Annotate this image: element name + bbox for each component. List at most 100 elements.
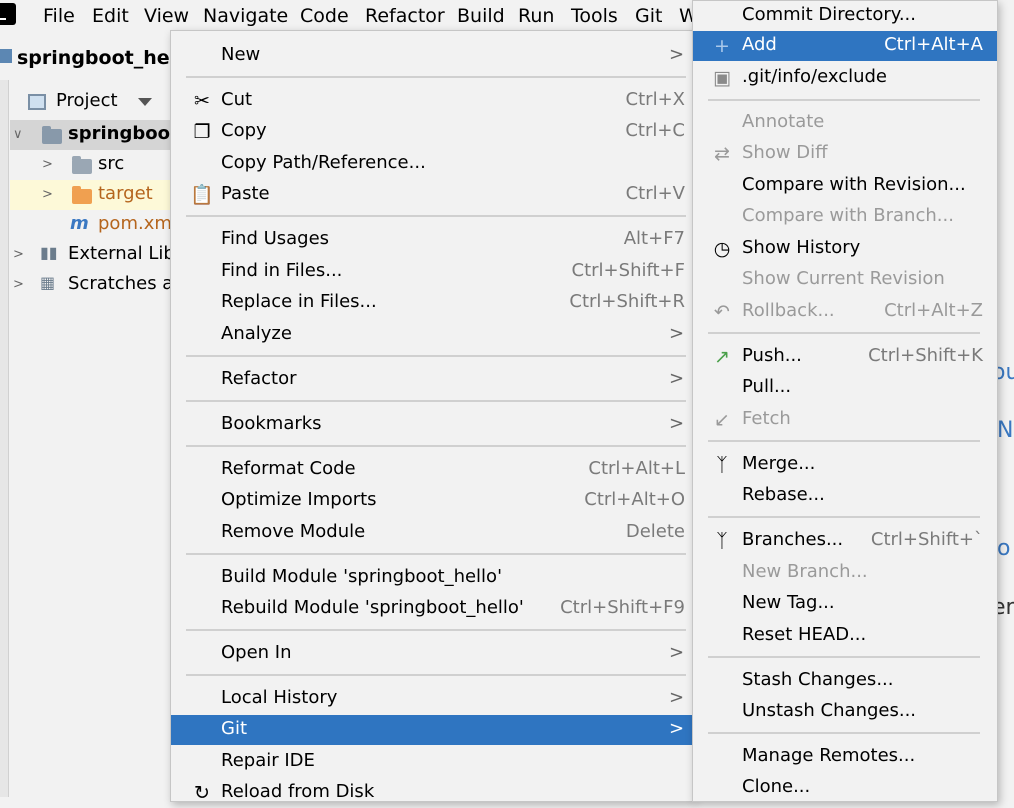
menu-separator [708, 332, 980, 334]
menu-item-bookmarks[interactable]: Bookmarks > [171, 410, 693, 440]
intellij-logo-icon [0, 3, 16, 25]
tree-item-external-libraries[interactable]: > ▮▮ External Libr [10, 240, 175, 270]
tree-item-scratches[interactable]: > ▦ Scratches ar [10, 270, 175, 300]
git-item-rebase[interactable]: Rebase... [693, 481, 997, 511]
menu-item-shortcut: Ctrl+Alt+Z [884, 300, 983, 321]
git-item-new-tag[interactable]: New Tag... [693, 589, 997, 619]
menu-separator [186, 629, 686, 631]
menu-item-reload-from-disk[interactable]: ↻ Reload from Disk [171, 778, 693, 808]
menu-item-local-history[interactable]: Local History > [171, 684, 693, 714]
chevron-right-icon[interactable]: > [13, 247, 24, 262]
git-item-reset-head[interactable]: Reset HEAD... [693, 621, 997, 651]
menu-item-find-usages[interactable]: Find Usages Alt+F7 [171, 225, 693, 255]
git-item-manage-remotes[interactable]: Manage Remotes... [693, 742, 997, 772]
menu-item-refactor[interactable]: Refactor > [171, 365, 693, 395]
menu-item-copy[interactable]: ❐ Copy Ctrl+C [171, 117, 693, 147]
project-window-icon [28, 94, 46, 110]
git-item-merge[interactable]: ᛉ Merge... [693, 450, 997, 480]
git-item-show-history[interactable]: ◷ Show History [693, 234, 997, 264]
project-panel-header[interactable]: Project [10, 86, 175, 118]
menu-file[interactable]: File [43, 5, 75, 27]
git-item-branches[interactable]: ᛉ Branches... Ctrl+Shift+` [693, 526, 997, 556]
menu-item-reformat-code[interactable]: Reformat Code Ctrl+Alt+L [171, 455, 693, 485]
menu-separator [708, 732, 980, 734]
menu-item-label: Rebase... [742, 484, 825, 505]
project-title[interactable]: springboot_hello [17, 47, 196, 69]
menu-run[interactable]: Run [518, 5, 554, 27]
menu-view[interactable]: View [144, 5, 189, 27]
menu-item-rebuild-module[interactable]: Rebuild Module 'springboot_hello' Ctrl+S… [171, 594, 693, 624]
menu-tools[interactable]: Tools [571, 5, 618, 27]
project-tree: ∨ springboot_ > src > target m pom.xml >… [10, 120, 175, 300]
menu-item-replace-in-files[interactable]: Replace in Files... Ctrl+Shift+R [171, 288, 693, 318]
menu-refactor[interactable]: Refactor [365, 5, 445, 27]
menu-item-new[interactable]: New > [171, 41, 693, 71]
menu-item-label: Paste [221, 183, 270, 204]
menu-item-shortcut: Ctrl+X [625, 89, 685, 110]
menu-item-label: Push... [742, 345, 802, 366]
git-item-push[interactable]: ↗ Push... Ctrl+Shift+K [693, 342, 997, 372]
menu-item-cut[interactable]: ✂ Cut Ctrl+X [171, 86, 693, 116]
git-item-compare-revision[interactable]: Compare with Revision... [693, 171, 997, 201]
menu-item-label: New Tag... [742, 592, 835, 613]
tree-item-src[interactable]: > src [10, 150, 175, 180]
menu-item-remove-module[interactable]: Remove Module Delete [171, 518, 693, 548]
git-item-exclude[interactable]: ▣ .git/info/exclude [693, 63, 997, 93]
tree-item-target[interactable]: > target [10, 180, 175, 210]
menu-item-label: Cut [221, 89, 253, 110]
menu-item-copy-path[interactable]: Copy Path/Reference... [171, 149, 693, 179]
chevron-right-icon[interactable]: > [42, 157, 53, 172]
menu-item-label: Find in Files... [221, 260, 343, 281]
menu-item-find-in-files[interactable]: Find in Files... Ctrl+Shift+F [171, 257, 693, 287]
git-item-new-branch[interactable]: New Branch... [693, 558, 997, 588]
git-item-compare-branch[interactable]: Compare with Branch... [693, 202, 997, 232]
git-item-pull[interactable]: Pull... [693, 373, 997, 403]
menu-item-shortcut: Ctrl+Shift+F9 [560, 597, 685, 618]
merge-icon: ᛉ [716, 454, 728, 476]
scissors-icon: ✂ [194, 90, 210, 112]
menu-navigate[interactable]: Navigate [203, 5, 288, 27]
menu-edit[interactable]: Edit [92, 5, 129, 27]
menu-item-label: Find Usages [221, 228, 330, 249]
folder-icon [72, 156, 92, 174]
menu-item-label: Stash Changes... [742, 669, 894, 690]
context-menu: New > ✂ Cut Ctrl+X ❐ Copy Ctrl+C Copy Pa… [170, 30, 694, 804]
git-item-stash[interactable]: Stash Changes... [693, 666, 997, 696]
git-item-clone[interactable]: Clone... [693, 773, 997, 803]
menu-build[interactable]: Build [457, 5, 505, 27]
menu-item-repair-ide[interactable]: Repair IDE [171, 747, 693, 777]
menu-code[interactable]: Code [300, 5, 349, 27]
menu-git[interactable]: Git [635, 5, 662, 27]
menu-item-analyze[interactable]: Analyze > [171, 320, 693, 350]
git-item-annotate[interactable]: Annotate [693, 108, 997, 138]
git-item-show-current-revision[interactable]: Show Current Revision [693, 265, 997, 295]
git-item-rollback[interactable]: ↶ Rollback... Ctrl+Alt+Z [693, 297, 997, 327]
menu-item-shortcut: Ctrl+Alt+O [584, 489, 685, 510]
menu-item-shortcut: Ctrl+Shift+` [870, 529, 983, 550]
git-item-add[interactable]: + Add Ctrl+Alt+A [693, 31, 997, 61]
git-item-unstash[interactable]: Unstash Changes... [693, 697, 997, 727]
tree-item-pom[interactable]: m pom.xml [10, 210, 175, 240]
menu-item-git[interactable]: Git > [171, 715, 693, 745]
tree-item-label: Scratches ar [68, 273, 175, 294]
file-exclude-icon: ▣ [713, 67, 731, 89]
git-item-show-diff[interactable]: ⇄ Show Diff [693, 139, 997, 169]
menu-item-label: Copy Path/Reference... [221, 152, 426, 173]
git-item-fetch[interactable]: ↙ Fetch [693, 405, 997, 435]
menu-item-label: Manage Remotes... [742, 745, 916, 766]
menu-item-paste[interactable]: 📋 Paste Ctrl+V [171, 180, 693, 210]
tree-item-root[interactable]: ∨ springboot_ [10, 120, 175, 150]
editor-text-fragment: N [997, 418, 1014, 443]
diff-icon: ⇄ [714, 143, 730, 165]
chevron-right-icon[interactable]: > [42, 187, 53, 202]
chevron-down-icon[interactable] [138, 98, 152, 106]
menu-item-optimize-imports[interactable]: Optimize Imports Ctrl+Alt+O [171, 486, 693, 516]
chevron-right-icon[interactable]: > [13, 277, 24, 292]
menu-item-build-module[interactable]: Build Module 'springboot_hello' [171, 563, 693, 593]
chevron-down-icon[interactable]: ∨ [13, 127, 23, 142]
menu-item-open-in[interactable]: Open In > [171, 639, 693, 669]
menu-item-shortcut: Ctrl+Alt+A [884, 34, 983, 55]
tree-item-label: External Libr [68, 243, 175, 264]
chevron-right-icon: > [669, 687, 685, 708]
git-item-commit-directory[interactable]: Commit Directory... [693, 1, 997, 31]
